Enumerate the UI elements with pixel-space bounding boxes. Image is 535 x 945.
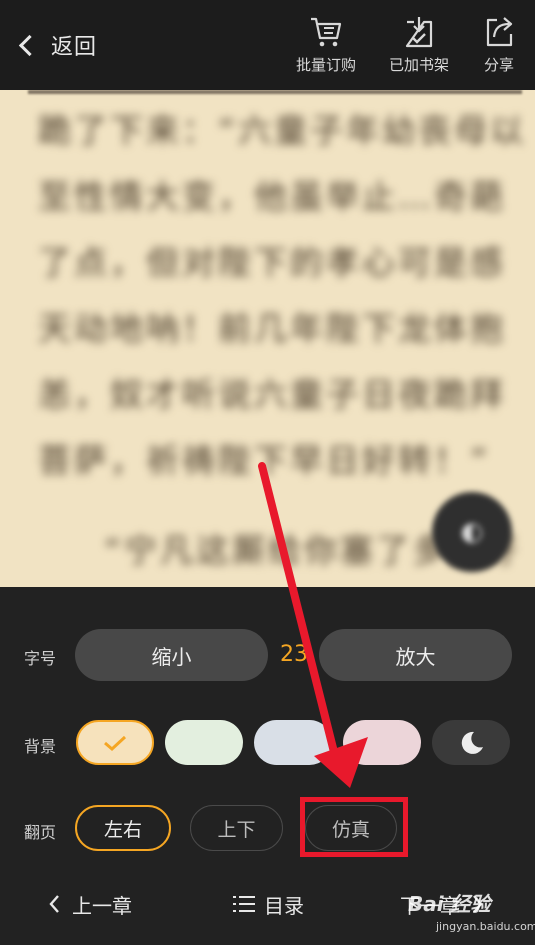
baidu-watermark: Bai 经验	[408, 892, 491, 916]
annotation-arrow	[258, 462, 368, 788]
baidu-watermark-url: jingyan.baidu.com	[436, 920, 535, 933]
